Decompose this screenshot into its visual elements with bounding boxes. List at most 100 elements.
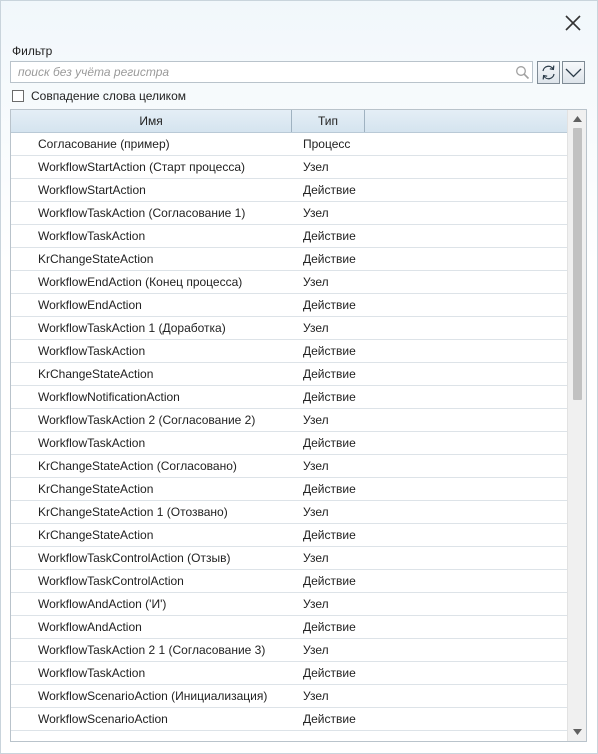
cell-name: WorkflowTaskAction [38, 666, 146, 680]
table-row[interactable]: WorkflowTaskAction 2 1 (Согласование 3) У… [11, 639, 567, 662]
cell-type: Действие [303, 367, 356, 381]
column-header-type[interactable]: Тип [292, 110, 365, 132]
cell-name: WorkflowTaskAction [38, 344, 146, 358]
grid-header: Имя Тип [11, 110, 567, 133]
cell-type: Действие [303, 298, 356, 312]
table-row[interactable]: Согласование (пример) Процесс [11, 133, 567, 156]
table-row[interactable]: WorkflowScenarioAction Действие [11, 708, 567, 731]
scroll-down-button[interactable] [568, 725, 586, 739]
close-icon [565, 15, 581, 31]
cell-type: Действие [303, 344, 356, 358]
filter-label: Фильтр [12, 44, 53, 58]
cell-name: WorkflowTaskAction 1 (Доработка) [38, 321, 226, 335]
cell-type: Действие [303, 482, 356, 496]
table-row[interactable]: WorkflowTaskAction Действие [11, 432, 567, 455]
vertical-scrollbar[interactable] [567, 110, 586, 741]
cell-type: Действие [303, 183, 356, 197]
cell-type: Узел [303, 597, 329, 611]
table-row[interactable]: KrChangeStateAction Действие [11, 248, 567, 271]
cell-name: WorkflowTaskAction [38, 229, 146, 243]
cell-name: WorkflowTaskAction (Согласование 1) [38, 206, 246, 220]
table-row[interactable]: KrChangeStateAction Действие [11, 478, 567, 501]
refresh-icon [542, 65, 555, 80]
cell-name: WorkflowStartAction (Старт процесса) [38, 160, 246, 174]
cell-type: Узел [303, 551, 329, 565]
table-row[interactable]: KrChangeStateAction 1 (Отозвано) Узел [11, 501, 567, 524]
cell-name: WorkflowTaskAction 2 (Согласование 2) [38, 413, 256, 427]
cell-name: WorkflowTaskAction [38, 436, 146, 450]
cell-type: Действие [303, 666, 356, 680]
table-row[interactable]: WorkflowTaskAction Действие [11, 662, 567, 685]
table-row[interactable]: WorkflowTaskControlAction (Отзыв) Узел [11, 547, 567, 570]
table-row[interactable]: WorkflowStartAction (Старт процесса) Узел [11, 156, 567, 179]
table-row[interactable]: KrChangeStateAction Действие [11, 524, 567, 547]
table-row[interactable]: WorkflowTaskControlAction Действие [11, 570, 567, 593]
table-row[interactable]: WorkflowEndAction (Конец процесса) Узел [11, 271, 567, 294]
table-row[interactable]: WorkflowScenarioAction (Инициализация) Уз… [11, 685, 567, 708]
cell-type: Действие [303, 712, 356, 726]
scroll-thumb[interactable] [573, 128, 582, 400]
cell-name: KrChangeStateAction [38, 482, 154, 496]
table-row[interactable]: WorkflowStartAction Действие [11, 179, 567, 202]
cell-type: Узел [303, 206, 329, 220]
cell-name: KrChangeStateAction (Согласовано) [38, 459, 237, 473]
column-header-name[interactable]: Имя [11, 110, 292, 132]
table-row[interactable]: KrChangeStateAction Действие [11, 363, 567, 386]
cell-name: WorkflowNotificationAction [38, 390, 180, 404]
whole-word-checkbox[interactable] [12, 90, 24, 102]
cell-type: Узел [303, 413, 329, 427]
table-row[interactable]: WorkflowAndAction Действие [11, 616, 567, 639]
table-row[interactable]: WorkflowEndAction Действие [11, 294, 567, 317]
whole-word-label: Совпадение слова целиком [31, 89, 186, 103]
cell-type: Действие [303, 620, 356, 634]
search-icon [516, 66, 530, 80]
cell-name: WorkflowEndAction [38, 298, 142, 312]
table-row[interactable]: WorkflowTaskAction 1 (Доработка) Узел [11, 317, 567, 340]
whole-word-option[interactable]: Совпадение слова целиком [12, 89, 186, 103]
cell-type: Действие [303, 574, 356, 588]
search-box [10, 61, 533, 83]
cell-name: KrChangeStateAction [38, 528, 154, 542]
table-row[interactable]: WorkflowTaskAction Действие [11, 340, 567, 363]
cell-name: WorkflowAndAction ('И') [38, 597, 167, 611]
cell-type: Узел [303, 275, 329, 289]
cell-name: WorkflowAndAction [38, 620, 142, 634]
filter-options-button[interactable] [562, 61, 585, 84]
cell-type: Действие [303, 252, 356, 266]
chevron-down-icon [565, 68, 582, 78]
cell-type: Действие [303, 436, 356, 450]
arrow-up-icon [573, 116, 582, 122]
cell-type: Процесс [303, 137, 351, 151]
cell-name: WorkflowStartAction [38, 183, 146, 197]
table-row[interactable]: WorkflowTaskAction 2 (Согласование 2) Узе… [11, 409, 567, 432]
cell-name: WorkflowTaskAction 2 1 (Согласование 3) [38, 643, 266, 657]
cell-name: KrChangeStateAction [38, 252, 154, 266]
cell-name: WorkflowScenarioAction (Инициализация) [38, 689, 268, 703]
results-grid: Имя Тип Согласование (пример) Процесс Work… [10, 109, 587, 742]
refresh-button[interactable] [537, 61, 560, 84]
table-row[interactable]: WorkflowNotificationAction Действие [11, 386, 567, 409]
cell-type: Узел [303, 505, 329, 519]
close-button[interactable] [560, 10, 586, 36]
cell-type: Действие [303, 390, 356, 404]
cell-type: Узел [303, 643, 329, 657]
search-input[interactable] [11, 62, 513, 82]
cell-type: Узел [303, 689, 329, 703]
cell-type: Узел [303, 459, 329, 473]
cell-name: Согласование (пример) [38, 137, 170, 151]
table-row[interactable]: WorkflowTaskAction (Согласование 1) Узел [11, 202, 567, 225]
cell-name: KrChangeStateAction [38, 367, 154, 381]
table-row[interactable]: WorkflowAndAction ('И') Узел [11, 593, 567, 616]
cell-name: WorkflowScenarioAction [38, 712, 168, 726]
cell-type: Действие [303, 528, 356, 542]
grid-rows: Согласование (пример) Процесс WorkflowStar… [11, 133, 567, 731]
cell-name: KrChangeStateAction 1 (Отозвано) [38, 505, 228, 519]
cell-name: WorkflowTaskControlAction [38, 574, 184, 588]
scroll-up-button[interactable] [568, 112, 586, 126]
cell-name: WorkflowTaskControlAction (Отзыв) [38, 551, 231, 565]
table-row[interactable]: WorkflowTaskAction Действие [11, 225, 567, 248]
arrow-down-icon [573, 729, 582, 735]
table-row[interactable]: KrChangeStateAction (Согласовано) Узел [11, 455, 567, 478]
cell-name: WorkflowEndAction (Конец процесса) [38, 275, 243, 289]
cell-type: Узел [303, 160, 329, 174]
